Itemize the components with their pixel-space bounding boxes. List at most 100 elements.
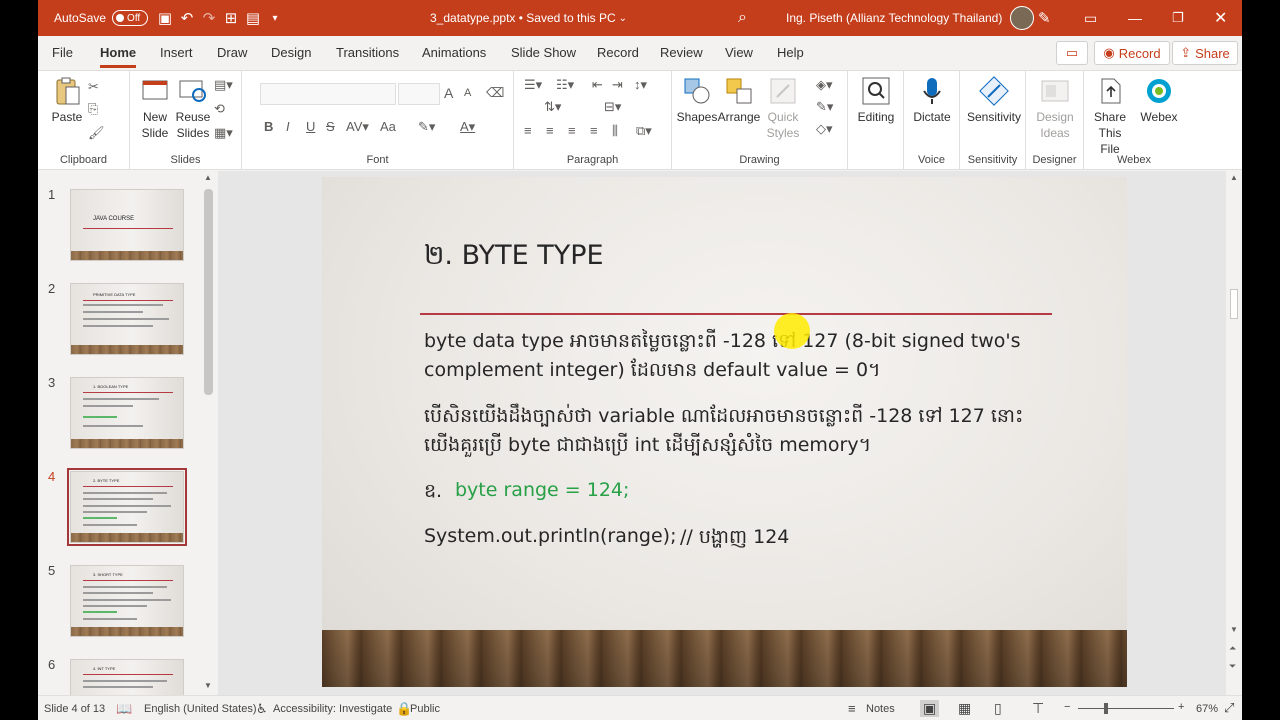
paste-button[interactable]: Paste xyxy=(42,75,92,125)
print-comment[interactable]: // បង្ហាញ 124 xyxy=(680,525,789,553)
autosave[interactable]: AutoSave Off xyxy=(54,0,149,36)
shape-fill-icon[interactable]: ◈▾ xyxy=(816,77,833,93)
example-label[interactable]: ឧ. xyxy=(424,479,442,507)
tab-file[interactable]: File xyxy=(52,45,73,60)
columns-icon[interactable]: ⫼ xyxy=(612,123,618,139)
tab-slide-show[interactable]: Slide Show xyxy=(511,45,576,60)
zoom-out-icon[interactable]: − xyxy=(1064,701,1070,713)
numbering-icon[interactable]: ☷▾ xyxy=(556,77,574,93)
tab-animations[interactable]: Animations xyxy=(422,45,486,60)
tab-insert[interactable]: Insert xyxy=(160,45,193,60)
thumbnail-scrollbar[interactable]: ▲ ▼ xyxy=(200,171,217,695)
change-case-button[interactable]: Aa xyxy=(380,119,396,134)
search-icon[interactable]: ⌕ xyxy=(738,9,747,27)
avatar[interactable] xyxy=(1010,6,1035,30)
pen-icon[interactable]: ✎ xyxy=(1038,9,1051,27)
font-family-combo[interactable] xyxy=(260,83,396,105)
para2-line1[interactable]: បើសិនយើងដឹងច្បាស់ថា variable ណាដែលអាចមាន… xyxy=(424,404,1023,432)
restore-icon[interactable]: ❐ xyxy=(1172,10,1184,26)
italic-button[interactable]: I xyxy=(286,119,290,134)
notes-icon[interactable]: ≡ xyxy=(848,701,856,716)
scrollbar-thumb[interactable] xyxy=(1230,289,1238,319)
reading-view-icon[interactable]: ▯ xyxy=(994,700,1002,717)
bullets-icon[interactable]: ☰▾ xyxy=(524,77,542,93)
slide-thumbnail-4[interactable]: 2. BYTE TYPE xyxy=(67,468,187,546)
strikethrough-button[interactable]: S xyxy=(326,119,335,134)
underline-button[interactable]: U xyxy=(306,119,315,134)
spelling-icon[interactable]: 📖 xyxy=(116,701,132,717)
grow-font-icon[interactable]: A xyxy=(444,85,453,101)
autosave-toggle[interactable]: Off xyxy=(112,10,149,26)
smartart-icon[interactable]: ⧉▾ xyxy=(636,123,652,139)
para1-line1[interactable]: byte data type អាចមានតម្លៃចន្លោះពី -128 … xyxy=(424,329,1021,357)
tab-help[interactable]: Help xyxy=(777,45,804,60)
layout-icon[interactable]: ▤▾ xyxy=(214,77,233,93)
document-title[interactable]: 3_datatype.pptx • Saved to this PC xyxy=(430,11,616,25)
zoom-level[interactable]: 67% xyxy=(1196,703,1218,715)
justify-icon[interactable]: ≡ xyxy=(590,123,598,138)
slide-thumbnail-5[interactable]: 3. SHORT TYPE xyxy=(70,565,184,637)
webex-button[interactable]: Webex xyxy=(1136,75,1182,125)
outdent-icon[interactable]: ⇥ xyxy=(612,77,623,93)
sensitivity-button[interactable]: Sensitivity xyxy=(964,75,1024,125)
zoom-slider-thumb[interactable] xyxy=(1104,703,1108,714)
para1-line2[interactable]: complement integer) ដែលមាន default value… xyxy=(424,358,881,386)
slideshow-icon[interactable]: ⊤ xyxy=(1032,700,1044,717)
scroll-down-icon[interactable]: ▼ xyxy=(204,681,212,690)
tab-draw[interactable]: Draw xyxy=(217,45,247,60)
shape-effects-icon[interactable]: ◇▾ xyxy=(816,121,833,137)
slide-title[interactable]: ២. BYTE TYPE xyxy=(424,239,604,278)
format-painter-icon[interactable]: 🖌 xyxy=(88,125,105,141)
print-code[interactable]: System.out.println(range); xyxy=(424,525,676,547)
scroll-up-icon[interactable]: ▲ xyxy=(204,173,212,182)
presentation-icon[interactable]: ⊞ xyxy=(220,9,242,27)
align-center-icon[interactable]: ≡ xyxy=(546,123,554,138)
shape-outline-icon[interactable]: ✎▾ xyxy=(816,99,833,115)
share-button[interactable]: ⇪ Share xyxy=(1172,41,1238,65)
bold-button[interactable]: B xyxy=(264,119,273,134)
tab-view[interactable]: View xyxy=(725,45,753,60)
comments-button[interactable]: ▭ xyxy=(1056,41,1088,65)
tab-home[interactable]: Home xyxy=(100,45,137,68)
accessibility-icon[interactable]: ♿ xyxy=(256,701,268,717)
arrange-button[interactable]: Arrange xyxy=(714,75,764,125)
slide-sorter-icon[interactable]: ▦ xyxy=(958,700,971,717)
text-direction-icon[interactable]: ⇅▾ xyxy=(544,99,561,115)
record-button[interactable]: ◉ Record xyxy=(1094,41,1170,65)
shrink-font-icon[interactable]: A xyxy=(464,87,471,99)
section-icon[interactable]: ▦▾ xyxy=(214,125,233,141)
clear-format-icon[interactable]: ⌫ xyxy=(486,85,504,101)
example-code[interactable]: byte range = 124; xyxy=(455,479,629,501)
font-color-icon[interactable]: A▾ xyxy=(460,119,475,135)
quick-styles-button[interactable]: Quick Styles xyxy=(758,75,808,141)
previous-slide-icon[interactable]: ⏶ xyxy=(1229,643,1236,654)
align-left-icon[interactable]: ≡ xyxy=(524,123,532,138)
align-right-icon[interactable]: ≡ xyxy=(568,123,576,138)
redo-icon[interactable]: ↷ xyxy=(198,9,220,27)
slide-thumbnail-1[interactable]: JAVA COURSE xyxy=(70,189,184,261)
align-text-icon[interactable]: ⊟▾ xyxy=(604,99,621,115)
tab-record[interactable]: Record xyxy=(597,45,639,60)
tab-review[interactable]: Review xyxy=(660,45,703,60)
design-ideas-button[interactable]: Design Ideas xyxy=(1030,75,1080,141)
copy-icon[interactable]: ⎘ xyxy=(88,101,98,117)
slide-scrollbar[interactable]: ▲ ▼ ⏶ ⏷ xyxy=(1226,171,1242,695)
language-indicator[interactable]: English (United States) xyxy=(144,703,257,715)
tab-design[interactable]: Design xyxy=(271,45,311,60)
notes-button[interactable]: Notes xyxy=(866,703,895,715)
slide-thumbnail-2[interactable]: PRIMITIVE DATA TYPE xyxy=(70,283,184,355)
editing-button[interactable]: Editing xyxy=(851,75,901,125)
highlight-icon[interactable]: ✎▾ xyxy=(418,119,435,135)
ribbon-display-icon[interactable]: ▭ xyxy=(1084,10,1097,27)
scrollbar-thumb[interactable] xyxy=(204,189,213,395)
dictate-button[interactable]: Dictate xyxy=(907,75,957,125)
cut-icon[interactable]: ✂ xyxy=(88,79,99,95)
tab-transitions[interactable]: Transitions xyxy=(336,45,399,60)
share-this-file-button[interactable]: Share This File xyxy=(1084,75,1136,157)
minimize-icon[interactable]: — xyxy=(1128,10,1142,26)
next-slide-icon[interactable]: ⏷ xyxy=(1229,661,1236,672)
sensitivity-status[interactable]: Public xyxy=(410,703,440,715)
reset-icon[interactable]: ⟲ xyxy=(214,101,225,117)
scroll-up-icon[interactable]: ▲ xyxy=(1230,173,1238,182)
reuse-slides-button[interactable]: Reuse Slides xyxy=(168,75,218,141)
